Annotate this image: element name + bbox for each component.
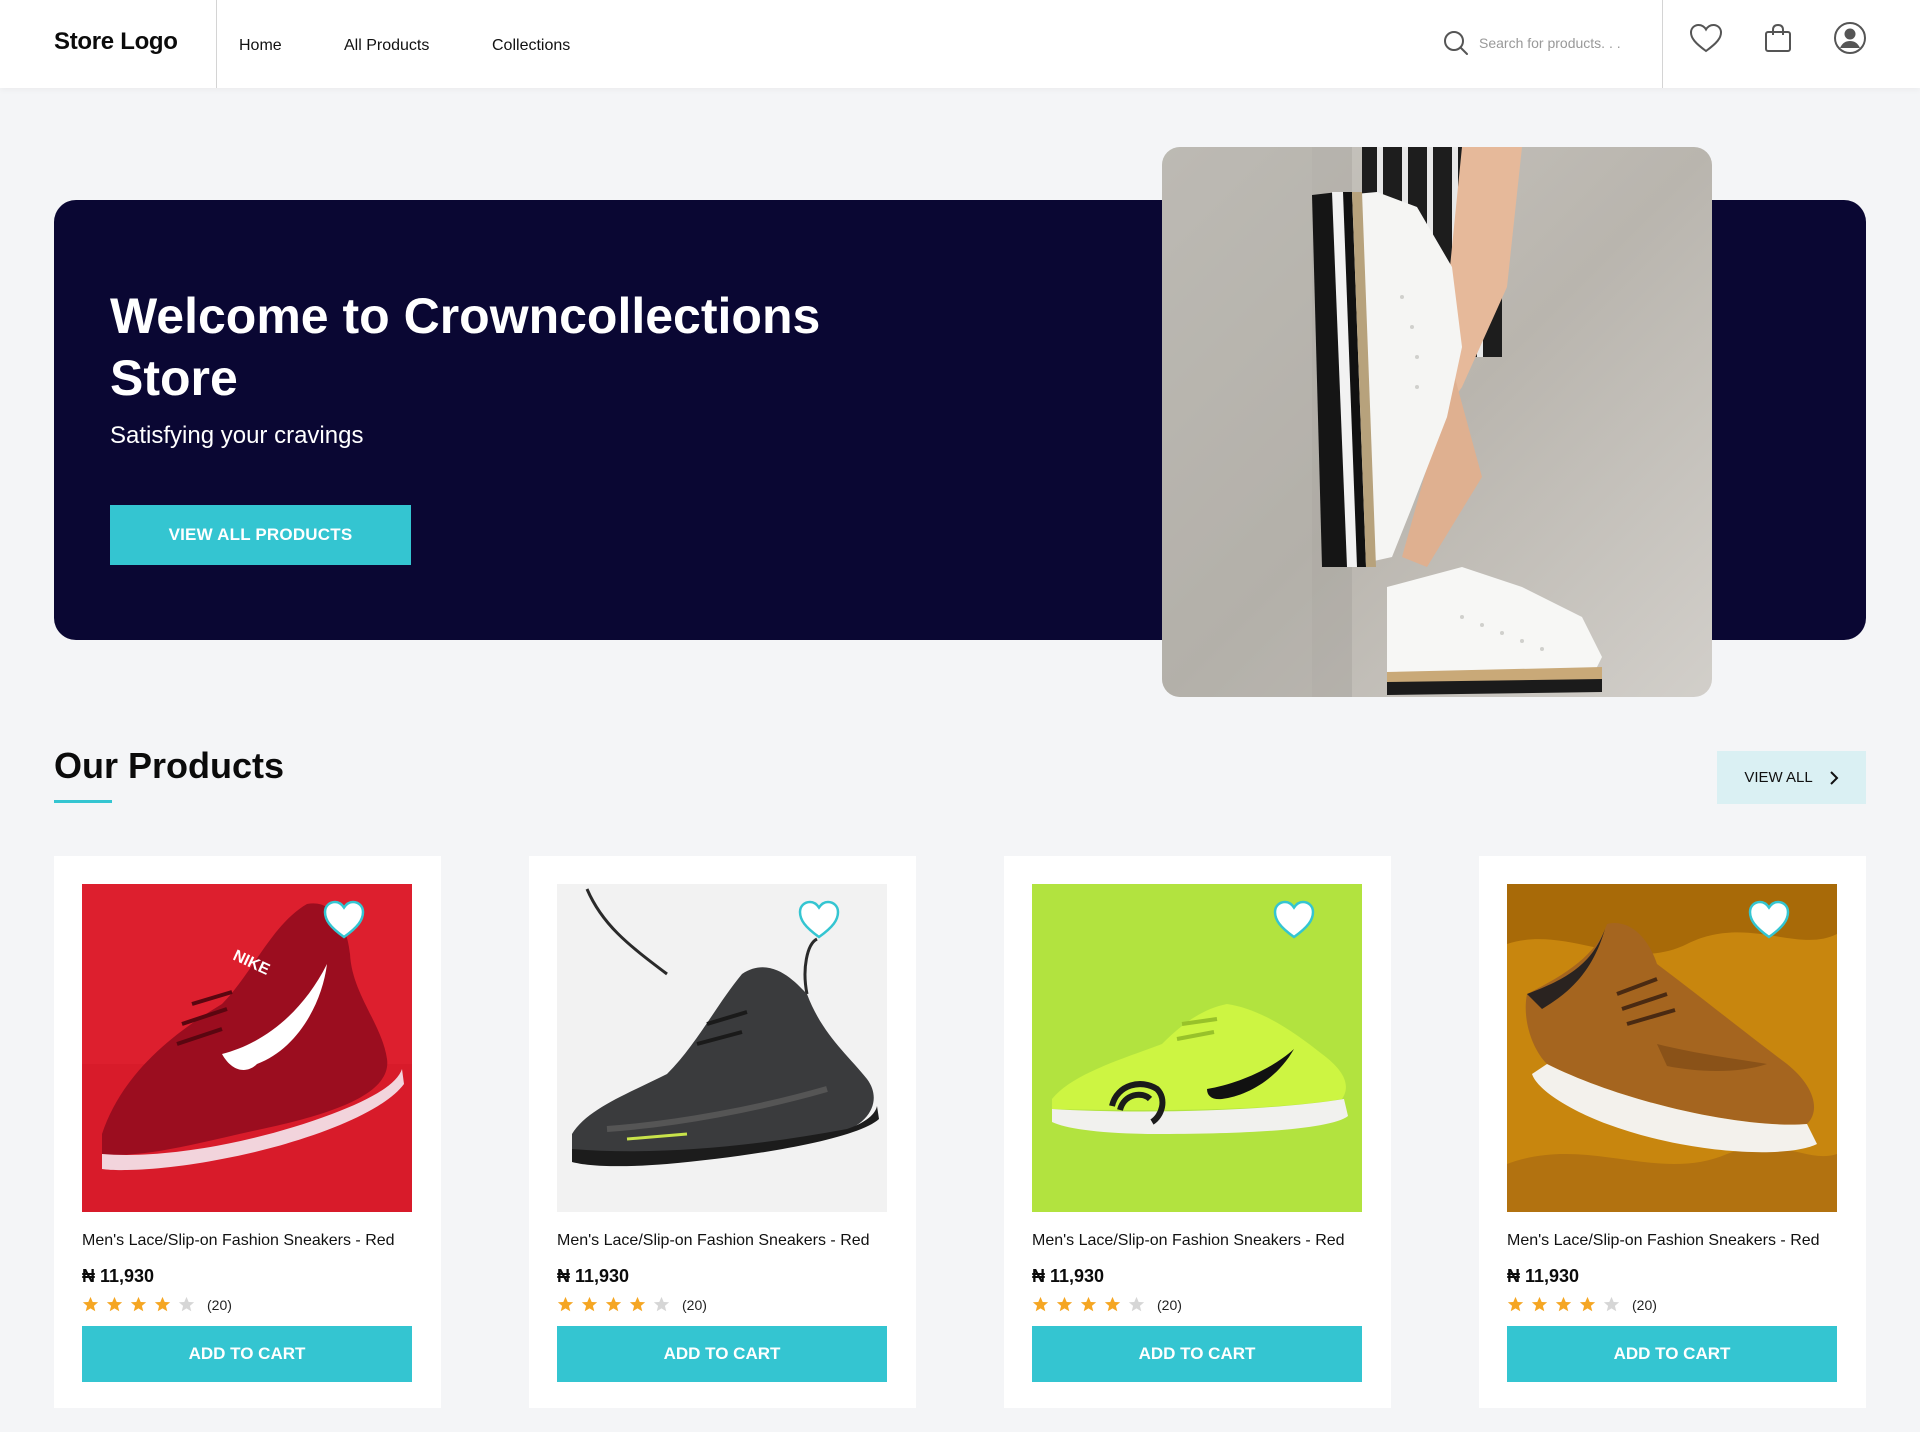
product-name[interactable]: Men's Lace/Slip-on Fashion Sneakers - Re… bbox=[82, 1232, 395, 1250]
hero-subtitle: Satisfying your cravings bbox=[110, 422, 364, 449]
product-name[interactable]: Men's Lace/Slip-on Fashion Sneakers - Re… bbox=[557, 1232, 870, 1250]
add-to-cart-button[interactable]: ADD TO CART bbox=[1507, 1326, 1837, 1382]
product-name[interactable]: Men's Lace/Slip-on Fashion Sneakers - Re… bbox=[1507, 1232, 1820, 1250]
product-card[interactable]: Men's Lace/Slip-on Fashion Sneakers - Re… bbox=[1479, 856, 1866, 1408]
product-rating: (20) bbox=[82, 1296, 232, 1313]
search-icon[interactable] bbox=[1443, 30, 1469, 56]
top-navbar: Store Logo Home All Products Collections bbox=[0, 0, 1920, 88]
favorite-heart-icon[interactable] bbox=[1272, 899, 1316, 941]
search-bar bbox=[1443, 26, 1649, 60]
review-count: (20) bbox=[1632, 1296, 1657, 1313]
product-rating: (20) bbox=[557, 1296, 707, 1313]
view-all-button[interactable]: VIEW ALL bbox=[1717, 751, 1866, 804]
star-icon bbox=[130, 1296, 147, 1312]
star-icon bbox=[106, 1296, 123, 1312]
search-input[interactable] bbox=[1479, 35, 1649, 51]
divider bbox=[216, 0, 217, 88]
product-rating: (20) bbox=[1507, 1296, 1657, 1313]
wishlist-heart-icon[interactable] bbox=[1688, 20, 1724, 56]
section-underline bbox=[54, 800, 112, 803]
product-card[interactable]: NIKE Men's Lace/Slip-on Fashion Sneakers… bbox=[54, 856, 441, 1408]
product-price: ₦ 11,930 bbox=[557, 1266, 630, 1286]
star-icon bbox=[1080, 1296, 1097, 1312]
star-icon bbox=[605, 1296, 622, 1312]
star-icon bbox=[1531, 1296, 1548, 1312]
star-icon bbox=[653, 1296, 670, 1312]
store-logo[interactable]: Store Logo bbox=[54, 0, 178, 88]
add-to-cart-button[interactable]: ADD TO CART bbox=[82, 1326, 412, 1382]
star-icon bbox=[178, 1296, 195, 1312]
nav-collections[interactable]: Collections bbox=[492, 0, 570, 88]
view-all-products-button[interactable]: VIEW ALL PRODUCTS bbox=[110, 505, 411, 565]
star-icon bbox=[1128, 1296, 1145, 1312]
view-all-label: VIEW ALL bbox=[1744, 769, 1813, 786]
favorite-heart-icon[interactable] bbox=[797, 899, 841, 941]
product-name[interactable]: Men's Lace/Slip-on Fashion Sneakers - Re… bbox=[1032, 1232, 1345, 1250]
product-rating: (20) bbox=[1032, 1296, 1182, 1313]
star-icon bbox=[1555, 1296, 1572, 1312]
nav-home[interactable]: Home bbox=[239, 0, 282, 88]
star-icon bbox=[557, 1296, 574, 1312]
nav-all-products[interactable]: All Products bbox=[344, 0, 429, 88]
product-card[interactable]: Men's Lace/Slip-on Fashion Sneakers - Re… bbox=[1004, 856, 1391, 1408]
section-title: Our Products bbox=[54, 745, 285, 786]
star-icon bbox=[629, 1296, 646, 1312]
user-icon[interactable] bbox=[1832, 20, 1868, 56]
favorite-heart-icon[interactable] bbox=[1747, 899, 1791, 941]
divider bbox=[1662, 0, 1663, 88]
hero-shoe-image bbox=[1162, 147, 1712, 697]
chevron-right-icon bbox=[1829, 770, 1839, 785]
star-icon bbox=[1104, 1296, 1121, 1312]
star-icon bbox=[1032, 1296, 1049, 1312]
favorite-heart-icon[interactable] bbox=[322, 899, 366, 941]
product-price: ₦ 11,930 bbox=[1507, 1266, 1580, 1286]
star-icon bbox=[1603, 1296, 1620, 1312]
add-to-cart-button[interactable]: ADD TO CART bbox=[1032, 1326, 1362, 1382]
hero-title: Welcome to Crowncollections Store bbox=[110, 288, 821, 406]
review-count: (20) bbox=[682, 1296, 707, 1313]
product-price: ₦ 11,930 bbox=[82, 1266, 155, 1286]
review-count: (20) bbox=[207, 1296, 232, 1313]
product-price: ₦ 11,930 bbox=[1032, 1266, 1105, 1286]
star-icon bbox=[1056, 1296, 1073, 1312]
add-to-cart-button[interactable]: ADD TO CART bbox=[557, 1326, 887, 1382]
star-icon bbox=[1507, 1296, 1524, 1312]
star-icon bbox=[1579, 1296, 1596, 1312]
star-icon bbox=[82, 1296, 99, 1312]
star-icon bbox=[581, 1296, 598, 1312]
shopping-bag-icon[interactable] bbox=[1760, 20, 1796, 56]
star-icon bbox=[154, 1296, 171, 1312]
review-count: (20) bbox=[1157, 1296, 1182, 1313]
product-card[interactable]: Men's Lace/Slip-on Fashion Sneakers - Re… bbox=[529, 856, 916, 1408]
